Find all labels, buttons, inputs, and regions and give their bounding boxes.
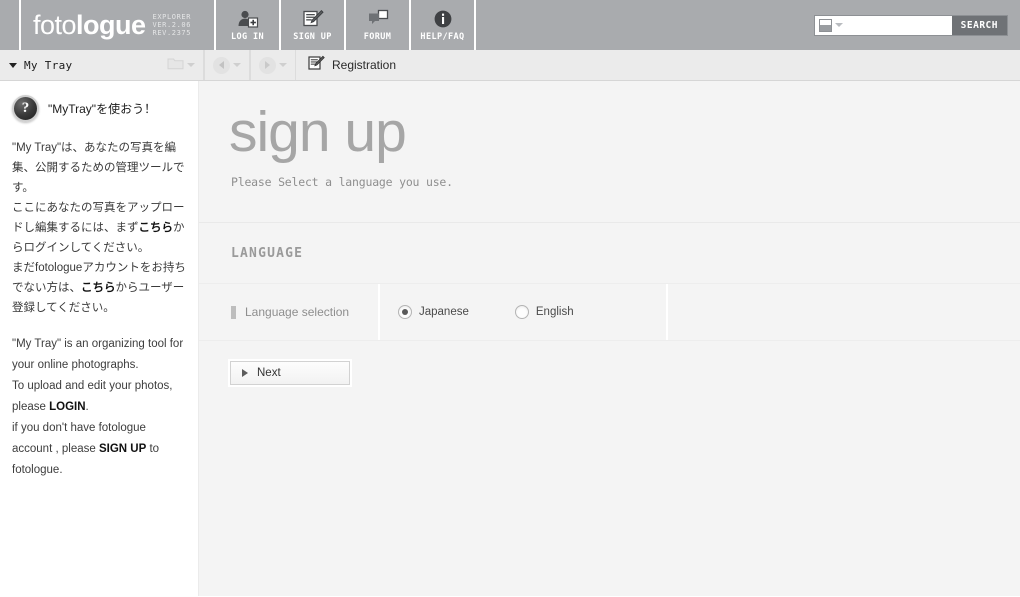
forward-arrow-icon bbox=[259, 56, 276, 74]
top-header-bar: fotologue EXPLORER VER.2.06 REV.2375 LOG… bbox=[0, 0, 1020, 50]
en-line-1: "My Tray" is an organizing tool for your… bbox=[12, 338, 184, 371]
search-box: SEARCH bbox=[814, 14, 1008, 36]
site-logo[interactable]: fotologue EXPLORER VER.2.06 REV.2375 bbox=[21, 0, 216, 50]
sidebar-english-text: "My Tray" is an organizing tool for your… bbox=[12, 334, 186, 481]
radio-english-input[interactable] bbox=[514, 305, 529, 319]
secondary-toolbar: My Tray Registration bbox=[0, 50, 1020, 81]
next-button-area: Next bbox=[199, 341, 1020, 385]
nav-button-help-faq[interactable]: HELP/FAQ bbox=[411, 0, 476, 50]
radio-option-japanese[interactable]: Japanese bbox=[398, 305, 469, 319]
logo-version-block: EXPLORER VER.2.06 REV.2375 bbox=[153, 13, 192, 37]
pencil-form-icon bbox=[302, 9, 324, 29]
chevron-down-icon bbox=[279, 63, 287, 67]
logo-text-foto: foto bbox=[33, 9, 77, 40]
radio-japanese-label: Japanese bbox=[419, 306, 469, 318]
next-button-label: Next bbox=[257, 367, 281, 379]
search-button[interactable]: SEARCH bbox=[951, 15, 1007, 35]
ja-link-kochira-2[interactable]: こちら bbox=[81, 282, 116, 294]
language-label-cell: Language selection bbox=[199, 284, 380, 340]
user-add-icon bbox=[237, 9, 259, 29]
en-line-2-post: . bbox=[85, 401, 89, 413]
nav-label-forum: FORUM bbox=[363, 31, 392, 42]
chevron-down-icon bbox=[233, 63, 241, 67]
image-thumb-icon bbox=[819, 18, 832, 32]
header-right-area: SEARCH bbox=[476, 0, 1020, 50]
next-button[interactable]: Next bbox=[230, 361, 350, 385]
sidebar-tip-header: ? "MyTray"を使おう！ bbox=[12, 95, 186, 122]
my-tray-label: My Tray bbox=[24, 58, 73, 72]
play-arrow-icon bbox=[242, 369, 248, 377]
chevron-down-icon bbox=[835, 23, 843, 27]
nav-label-help-faq: HELP/FAQ bbox=[420, 31, 465, 42]
language-form-row: Language selection Japanese English bbox=[199, 283, 1020, 341]
en-line-2-pre: To upload and edit your photos, please bbox=[12, 380, 173, 413]
nav-label-signup: SIGN UP bbox=[293, 31, 332, 42]
logo-text-logue: logue bbox=[76, 9, 146, 40]
sidebar-tip-title: "MyTray"を使おう！ bbox=[48, 102, 157, 116]
triangle-down-icon bbox=[9, 62, 17, 68]
sidebar: ? "MyTray"を使おう！ "My Tray"は、あなたの写真を編集、公開す… bbox=[0, 81, 199, 596]
info-circle-icon bbox=[433, 9, 453, 29]
language-selection-label: Language selection bbox=[245, 305, 350, 319]
chevron-down-icon bbox=[186, 63, 195, 67]
radio-english-label: English bbox=[535, 306, 574, 318]
radio-option-english[interactable]: English bbox=[514, 305, 574, 319]
version-line-rev: REV.2375 bbox=[152, 29, 192, 37]
nav-button-forum[interactable]: FORUM bbox=[346, 0, 411, 50]
language-row-filler bbox=[668, 284, 1020, 340]
main-content: sign up Please Select a language you use… bbox=[199, 81, 1020, 596]
sidebar-japanese-text: "My Tray"は、あなたの写真を編集、公開するための管理ツールです。 ここにあ… bbox=[12, 138, 186, 318]
logo-wordmark: fotologue bbox=[33, 9, 146, 40]
login-link[interactable]: LOGIN bbox=[49, 401, 85, 413]
label-marker-icon bbox=[231, 305, 236, 319]
radio-japanese-input[interactable] bbox=[398, 305, 412, 319]
nav-label-login: LOG IN bbox=[230, 31, 265, 42]
search-input[interactable] bbox=[849, 15, 952, 35]
signup-link[interactable]: SIGN UP bbox=[99, 443, 146, 455]
page-subtitle: Please Select a language you use. bbox=[231, 174, 453, 189]
nav-button-login[interactable]: LOG IN bbox=[216, 0, 281, 50]
back-tool[interactable] bbox=[204, 50, 250, 80]
back-arrow-icon bbox=[213, 56, 230, 74]
hero-section: sign up Please Select a language you use… bbox=[199, 81, 1020, 223]
folder-icon bbox=[167, 56, 184, 75]
section-title-language: LANGUAGE bbox=[231, 246, 304, 261]
question-mark-icon: ? bbox=[12, 95, 39, 122]
registration-pencil-icon bbox=[308, 55, 325, 76]
folder-tool[interactable] bbox=[158, 50, 204, 80]
speech-bubbles-icon bbox=[367, 9, 389, 29]
ja-link-kochira-1[interactable]: こちら bbox=[139, 222, 174, 234]
nav-button-signup[interactable]: SIGN UP bbox=[281, 0, 346, 50]
version-line-ver: VER.2.06 bbox=[152, 21, 192, 29]
version-line-explorer: EXPLORER bbox=[152, 13, 192, 21]
my-tray-menu[interactable]: My Tray bbox=[0, 50, 158, 80]
forward-tool[interactable] bbox=[250, 50, 296, 80]
language-options-cell: Japanese English bbox=[380, 284, 668, 340]
page-body: ? "MyTray"を使おう！ "My Tray"は、あなたの写真を編集、公開す… bbox=[0, 81, 1020, 596]
header-left-edge bbox=[0, 0, 21, 50]
tab-registration-label: Registration bbox=[332, 58, 397, 72]
page-title: sign up bbox=[229, 100, 407, 164]
search-type-selector[interactable] bbox=[815, 16, 849, 35]
ja-line-1: "My Tray"は、あなたの写真を編集、公開するための管理ツールです。 bbox=[12, 142, 185, 194]
tab-registration[interactable]: Registration bbox=[296, 50, 408, 80]
